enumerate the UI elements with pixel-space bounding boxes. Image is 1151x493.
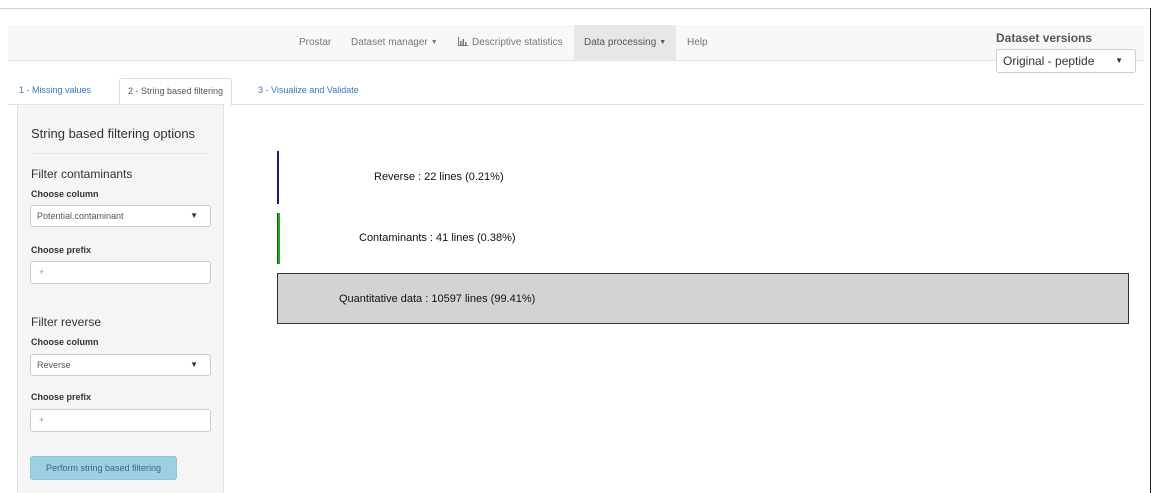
- dataset-versions-select[interactable]: Original - peptide ▼: [996, 49, 1136, 73]
- contaminants-column-select[interactable]: Potential.contaminant ▼: [30, 205, 211, 227]
- nav-help-label: Help: [687, 37, 708, 48]
- nav-data-processing[interactable]: Data processing ▼: [574, 25, 677, 60]
- top-navbar: Prostar Dataset manager ▼ Descriptive sta…: [8, 25, 1144, 61]
- panel-title: String based filtering options: [31, 126, 196, 141]
- contaminants-summary: Contaminants : 41 lines (0.38%): [359, 232, 516, 244]
- contaminants-bar: [277, 213, 280, 264]
- reverse-column-select[interactable]: Reverse ▼: [30, 354, 211, 376]
- tab-visualize-and-validate[interactable]: 3 - Visualize and Validate: [250, 78, 367, 103]
- contaminants-prefix-label: Choose prefix: [31, 245, 92, 255]
- tab-string-based-filtering-label: 2 - String based filtering: [128, 86, 224, 96]
- filter-contaminants-heading: Filter contaminants: [31, 167, 133, 181]
- nav-data-processing-label: Data processing: [584, 37, 657, 48]
- perform-filtering-button[interactable]: Perform string based filtering: [30, 456, 177, 480]
- divider: [30, 153, 210, 154]
- reverse-bar: [277, 151, 279, 204]
- caret-down-icon: ▼: [659, 39, 667, 46]
- reverse-summary: Reverse : 22 lines (0.21%): [374, 171, 504, 183]
- contaminants-column-value: Potential.contaminant: [37, 211, 124, 221]
- reverse-column-value: Reverse: [37, 360, 71, 370]
- tab-missing-values-label: 1 - Missing values: [19, 85, 92, 95]
- reverse-column-label: Choose column: [31, 337, 99, 347]
- tab-bar: 1 - Missing values 2 - String based filt…: [8, 74, 1144, 106]
- quantitative-summary: Quantitative data : 10597 lines (99.41%): [339, 293, 536, 305]
- nav-prostar-label: Prostar: [299, 37, 332, 48]
- caret-down-icon: ▼: [430, 39, 438, 46]
- reverse-prefix-label: Choose prefix: [31, 392, 92, 402]
- filter-options-panel: String based filtering options Filter co…: [17, 104, 224, 493]
- nav-help[interactable]: Help: [677, 25, 718, 60]
- nav-dataset-manager[interactable]: Dataset manager ▼: [341, 25, 448, 60]
- contaminants-prefix-value: +: [39, 267, 45, 277]
- contaminants-prefix-input[interactable]: +: [30, 261, 211, 284]
- chevron-down-icon: ▼: [190, 211, 198, 220]
- reverse-prefix-value: +: [39, 415, 45, 425]
- tab-string-based-filtering[interactable]: 2 - String based filtering: [119, 78, 233, 106]
- window-top-border: [0, 0, 1151, 9]
- filter-reverse-heading: Filter reverse: [31, 315, 102, 329]
- tab-visualize-and-validate-label: 3 - Visualize and Validate: [258, 85, 359, 95]
- dataset-versions-value: Original - peptide: [1003, 54, 1095, 68]
- dataset-versions-title: Dataset versions: [996, 31, 1093, 45]
- tab-missing-values[interactable]: 1 - Missing values: [11, 78, 99, 103]
- chevron-down-icon: ▼: [190, 360, 198, 369]
- chevron-down-icon: ▼: [1115, 56, 1123, 65]
- bar-chart-icon: [458, 37, 468, 46]
- reverse-prefix-input[interactable]: +: [30, 409, 211, 432]
- nav-descriptive-statistics[interactable]: Descriptive statistics: [448, 25, 573, 60]
- nav-dataset-manager-label: Dataset manager: [351, 37, 428, 48]
- nav-descriptive-statistics-label: Descriptive statistics: [472, 37, 563, 48]
- nav-prostar[interactable]: Prostar: [289, 25, 341, 60]
- contaminants-column-label: Choose column: [31, 189, 99, 199]
